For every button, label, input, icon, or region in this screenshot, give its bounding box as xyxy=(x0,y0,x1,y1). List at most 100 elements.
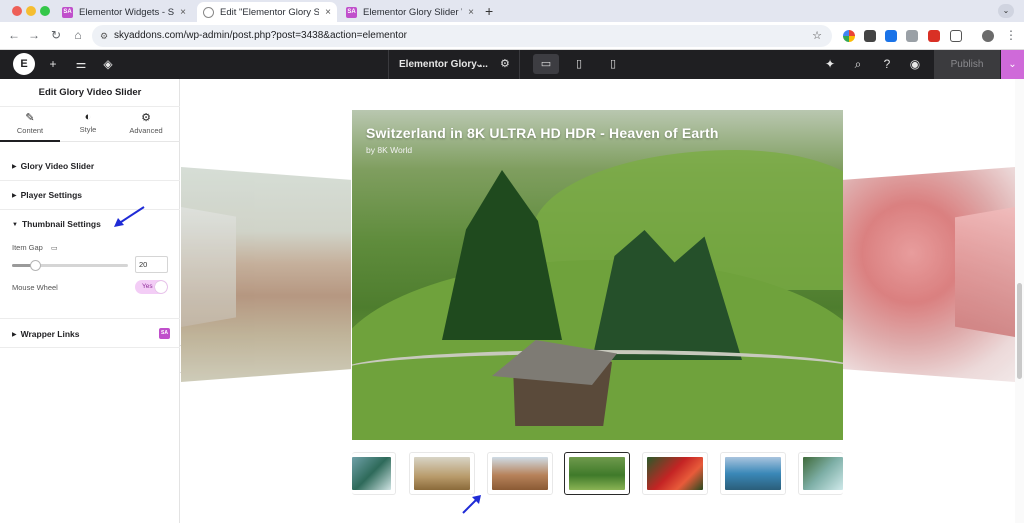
responsive-desktop-icon[interactable]: ▭ xyxy=(51,245,58,252)
thumbnail-image xyxy=(725,457,781,490)
thumbnail-item[interactable] xyxy=(642,452,708,495)
globe-icon xyxy=(203,6,214,18)
home-icon[interactable]: ⌂ xyxy=(71,28,85,42)
canvas-scrollbar[interactable] xyxy=(1015,79,1024,523)
browser-tab-strip: SA Elementor Widgets - Sky Addo × Edit "… xyxy=(0,0,1024,22)
toggle-knob xyxy=(155,281,167,293)
tab-search-icon[interactable]: ⌄ xyxy=(998,4,1014,18)
scrollbar-thumb[interactable] xyxy=(1017,283,1022,379)
mouse-wheel-toggle[interactable]: Yes xyxy=(135,280,168,294)
thumbnail-item[interactable] xyxy=(487,452,553,495)
sky-addons-badge-icon: SA xyxy=(159,328,170,339)
editor-panel: Edit Glory Video Slider ✎ Content ◐ Styl… xyxy=(0,79,180,523)
section-label: Player Settings xyxy=(20,190,83,200)
site-settings-icon[interactable]: ⚌ xyxy=(74,57,88,71)
site-info-icon[interactable]: ⚙ xyxy=(100,25,108,47)
tab-style[interactable]: ◐ Style xyxy=(58,111,118,134)
browser-tab-1[interactable]: Edit "Elementor Glory Slider W × xyxy=(197,2,337,22)
slide-depth-layer xyxy=(181,207,236,327)
bookmark-star-icon[interactable]: ☆ xyxy=(812,25,822,47)
thumbnail-image xyxy=(569,457,625,490)
section-thumbnail-settings[interactable]: ▼ Thumbnail Settings xyxy=(0,209,180,239)
forward-icon[interactable]: → xyxy=(27,28,41,42)
help-icon[interactable]: ? xyxy=(880,57,894,71)
reload-icon[interactable]: ↻ xyxy=(49,28,63,42)
extensions-puzzle-icon[interactable] xyxy=(950,30,962,42)
add-element-icon[interactable]: + xyxy=(46,57,60,71)
thumbnail-item-active[interactable] xyxy=(564,452,630,495)
mobile-view-icon[interactable]: ▯ xyxy=(600,54,626,74)
section-wrapper-links[interactable]: ▶ Wrapper Links xyxy=(0,318,180,348)
thumbnail-item[interactable] xyxy=(352,452,396,495)
caret-right-icon: ▶ xyxy=(12,331,17,338)
thumbnail-image xyxy=(803,457,843,490)
new-tab-button[interactable]: + xyxy=(485,3,493,19)
thumbnail-image xyxy=(647,457,703,490)
pencil-icon: ✎ xyxy=(25,112,35,124)
caret-down-icon: ▼ xyxy=(12,221,18,228)
browser-tab-0[interactable]: SA Elementor Widgets - Sky Addo × xyxy=(56,2,192,22)
section-glory-video-slider[interactable]: ▶ Glory Video Slider xyxy=(0,151,180,181)
section-player-settings[interactable]: ▶ Player Settings xyxy=(0,180,180,210)
previous-slide-image[interactable] xyxy=(181,167,351,382)
thumbnail-item[interactable] xyxy=(409,452,475,495)
annotation-arrow-icon xyxy=(462,495,481,514)
tab-title: Elementor Widgets - Sky Addo xyxy=(79,6,175,18)
thumbnail-image xyxy=(352,457,391,490)
caret-right-icon: ▶ xyxy=(12,163,17,170)
half-circle-icon: ◐ xyxy=(84,111,92,123)
item-gap-slider-handle[interactable] xyxy=(30,260,42,271)
search-icon[interactable]: ⌕ xyxy=(851,57,865,72)
caret-right-icon: ▶ xyxy=(12,192,17,199)
active-tab-indicator xyxy=(0,140,60,142)
thumbnail-item[interactable] xyxy=(720,452,786,495)
item-gap-input[interactable]: 20 xyxy=(135,256,168,273)
annotation-arrow-icon xyxy=(114,206,145,227)
document-title-dropdown[interactable]: Elementor Glory ... ⌄ ⚙ xyxy=(388,50,520,79)
thumbnail-item[interactable] xyxy=(798,452,843,495)
elementor-top-bar: E + ⚌ ◈ Elementor Glory ... ⌄ ⚙ ▭ ▯ ▯ ✦ … xyxy=(0,50,1024,79)
section-label: Glory Video Slider xyxy=(20,161,95,171)
desktop-view-icon[interactable]: ▭ xyxy=(533,54,559,74)
tab-content[interactable]: ✎ Content xyxy=(0,111,60,135)
tab-title: Elementor Glory Slider Widge xyxy=(363,6,462,18)
back-icon[interactable]: ← xyxy=(7,28,21,42)
gear-icon: ⚙ xyxy=(141,112,151,124)
extension-chrome-icon[interactable] xyxy=(843,30,855,42)
current-slide-video[interactable]: Switzerland in 8K ULTRA HD HDR - Heaven … xyxy=(352,110,843,440)
maximize-window-button[interactable] xyxy=(40,6,50,16)
extension-image-icon[interactable] xyxy=(906,30,918,42)
extension-translate-icon[interactable] xyxy=(885,30,897,42)
slide-title: Switzerland in 8K ULTRA HD HDR - Heaven … xyxy=(366,125,719,141)
tab-label: Advanced xyxy=(129,126,163,135)
extension-tag-icon[interactable] xyxy=(928,30,940,42)
profile-avatar[interactable] xyxy=(982,30,994,42)
notifications-megaphone-icon[interactable]: ✦ xyxy=(823,57,837,71)
structure-layers-icon[interactable]: ◈ xyxy=(101,57,115,71)
tab-advanced[interactable]: ⚙ Advanced xyxy=(116,111,176,135)
tablet-view-icon[interactable]: ▯ xyxy=(566,54,592,74)
next-slide-image[interactable] xyxy=(843,167,1015,382)
item-gap-label: Item Gap ▭ xyxy=(12,243,58,252)
url-field[interactable]: ⚙ skyaddons.com/wp-admin/post.php?post=3… xyxy=(92,25,832,47)
browser-menu-icon[interactable]: ⋮ xyxy=(1004,28,1018,42)
close-window-button[interactable] xyxy=(12,6,22,16)
tab-close-icon[interactable]: × xyxy=(468,7,474,18)
preview-eye-icon[interactable]: ◉ xyxy=(908,57,922,71)
browser-tab-2[interactable]: SA Elementor Glory Slider Widge × xyxy=(340,2,480,22)
page-settings-gear-icon[interactable]: ⚙ xyxy=(500,50,510,79)
item-gap-label-text: Item Gap xyxy=(12,243,43,252)
favicon-icon: SA xyxy=(62,6,73,18)
extension-shield-icon[interactable] xyxy=(864,30,876,42)
item-gap-slider[interactable] xyxy=(12,260,128,271)
tab-close-icon[interactable]: × xyxy=(180,7,186,18)
tab-close-icon[interactable]: × xyxy=(325,7,331,18)
thumbnail-image xyxy=(492,457,548,490)
elementor-logo-icon[interactable]: E xyxy=(13,53,35,75)
publish-options-chevron-icon[interactable]: ⌄ xyxy=(1001,50,1024,79)
toggle-label: Yes xyxy=(142,283,153,290)
tab-label: Content xyxy=(16,126,44,135)
chevron-down-icon: ⌄ xyxy=(475,59,484,70)
minimize-window-button[interactable] xyxy=(26,6,36,16)
publish-button[interactable]: Publish xyxy=(934,50,1000,79)
